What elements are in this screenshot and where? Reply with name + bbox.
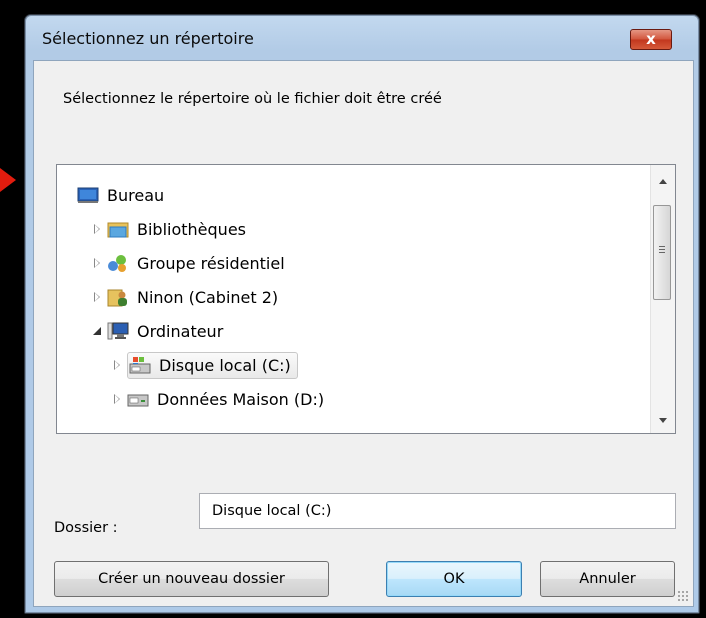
drive-icon <box>127 389 149 409</box>
ok-button[interactable]: OK <box>386 561 522 597</box>
resize-grip-icon[interactable] <box>677 590 689 602</box>
expand-arrow-icon[interactable] <box>91 256 105 270</box>
folder-tree[interactable]: Bureau Bibliothèques Groupe résidentiel … <box>56 164 676 434</box>
system-drive-icon <box>129 355 151 375</box>
expand-arrow-icon[interactable] <box>91 222 105 236</box>
expand-arrow-icon[interactable] <box>111 358 125 372</box>
dialog-title: Sélectionnez un répertoire <box>42 29 254 48</box>
tree-item-groupe-residentiel[interactable]: Groupe résidentiel <box>91 248 288 278</box>
tree-item-donnees-maison-d[interactable]: Données Maison (D:) <box>111 384 327 414</box>
tree-item-label: Bibliothèques <box>137 219 246 239</box>
dialog-body: Sélectionnez le répertoire où le fichier… <box>33 60 694 607</box>
libraries-icon <box>107 219 129 239</box>
title-bar[interactable]: Sélectionnez un répertoire x <box>25 15 699 59</box>
close-button[interactable]: x <box>630 29 672 50</box>
user-folder-icon <box>107 287 129 307</box>
instruction-text: Sélectionnez le répertoire où le fichier… <box>63 91 442 107</box>
expand-arrow-icon[interactable] <box>111 392 125 406</box>
collapse-arrow-icon[interactable] <box>91 324 105 338</box>
tree-item-ordinateur[interactable]: Ordinateur <box>91 316 226 346</box>
computer-icon <box>107 321 129 341</box>
expand-arrow-icon[interactable] <box>91 290 105 304</box>
red-pointer-arrow <box>0 168 16 192</box>
tree-vertical-scrollbar[interactable] <box>650 165 675 433</box>
folder-name-input[interactable] <box>199 493 676 529</box>
cancel-button[interactable]: Annuler <box>540 561 675 597</box>
folder-field-label: Dossier : <box>54 520 118 536</box>
homegroup-icon <box>107 253 129 273</box>
scroll-thumb[interactable] <box>653 205 671 300</box>
close-icon: x <box>646 30 656 48</box>
tree-item-label: Groupe résidentiel <box>137 253 285 273</box>
tree-item-label: Ninon (Cabinet 2) <box>137 287 279 307</box>
desktop-icon <box>77 185 99 205</box>
tree-item-bureau[interactable]: Bureau <box>77 180 167 210</box>
tree-item-label: Disque local (C:) <box>159 355 291 375</box>
new-folder-button[interactable]: Créer un nouveau dossier <box>54 561 329 597</box>
grip-lines-icon <box>659 246 665 247</box>
tree-item-bibliotheques[interactable]: Bibliothèques <box>91 214 249 244</box>
tree-item-label: Ordinateur <box>137 321 224 341</box>
tree-item-disque-local-c[interactable]: Disque local (C:) <box>111 350 298 380</box>
scroll-down-icon[interactable] <box>659 418 667 423</box>
scroll-up-icon[interactable] <box>659 179 667 184</box>
tree-item-label: Bureau <box>107 185 165 205</box>
select-directory-dialog: Sélectionnez un répertoire x Sélectionne… <box>24 14 700 614</box>
selection-highlight: Disque local (C:) <box>127 351 298 379</box>
tree-item-label: Données Maison (D:) <box>157 389 325 409</box>
tree-item-ninon[interactable]: Ninon (Cabinet 2) <box>91 282 281 312</box>
